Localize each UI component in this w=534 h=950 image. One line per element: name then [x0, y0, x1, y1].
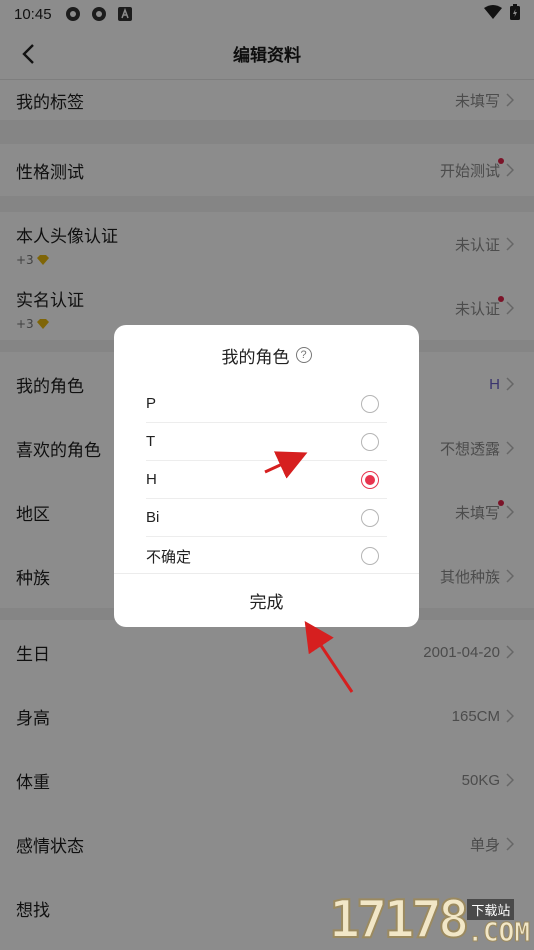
option-label: 不确定	[146, 548, 192, 566]
role-picker-dialog: 我的角色 ? P T H Bi 不确定 完成	[114, 325, 419, 627]
option-h[interactable]: H	[146, 461, 387, 499]
watermark-number: 17178	[328, 890, 471, 950]
option-label: Bi	[146, 509, 160, 526]
option-bi[interactable]: Bi	[146, 499, 387, 537]
option-label: H	[146, 471, 157, 488]
radio-button-selected[interactable]	[361, 470, 379, 489]
radio-button[interactable]	[361, 432, 379, 451]
help-icon[interactable]: ?	[295, 347, 312, 363]
option-label: T	[146, 433, 156, 450]
dialog-title: 我的角色 ?	[114, 325, 419, 385]
watermark-suffix: .COM	[467, 918, 531, 948]
watermark-top: 下载站	[467, 899, 515, 920]
option-label: P	[146, 395, 157, 412]
done-button[interactable]: 完成	[114, 573, 419, 627]
radio-button[interactable]	[361, 508, 379, 527]
option-p[interactable]: P	[146, 385, 387, 423]
option-t[interactable]: T	[146, 423, 387, 461]
radio-button[interactable]	[361, 394, 379, 413]
option-unsure[interactable]: 不确定	[146, 537, 387, 575]
radio-button[interactable]	[361, 547, 379, 565]
option-list: P T H Bi 不确定	[114, 385, 419, 575]
site-watermark: 17178 下载站 .COM	[328, 890, 531, 950]
